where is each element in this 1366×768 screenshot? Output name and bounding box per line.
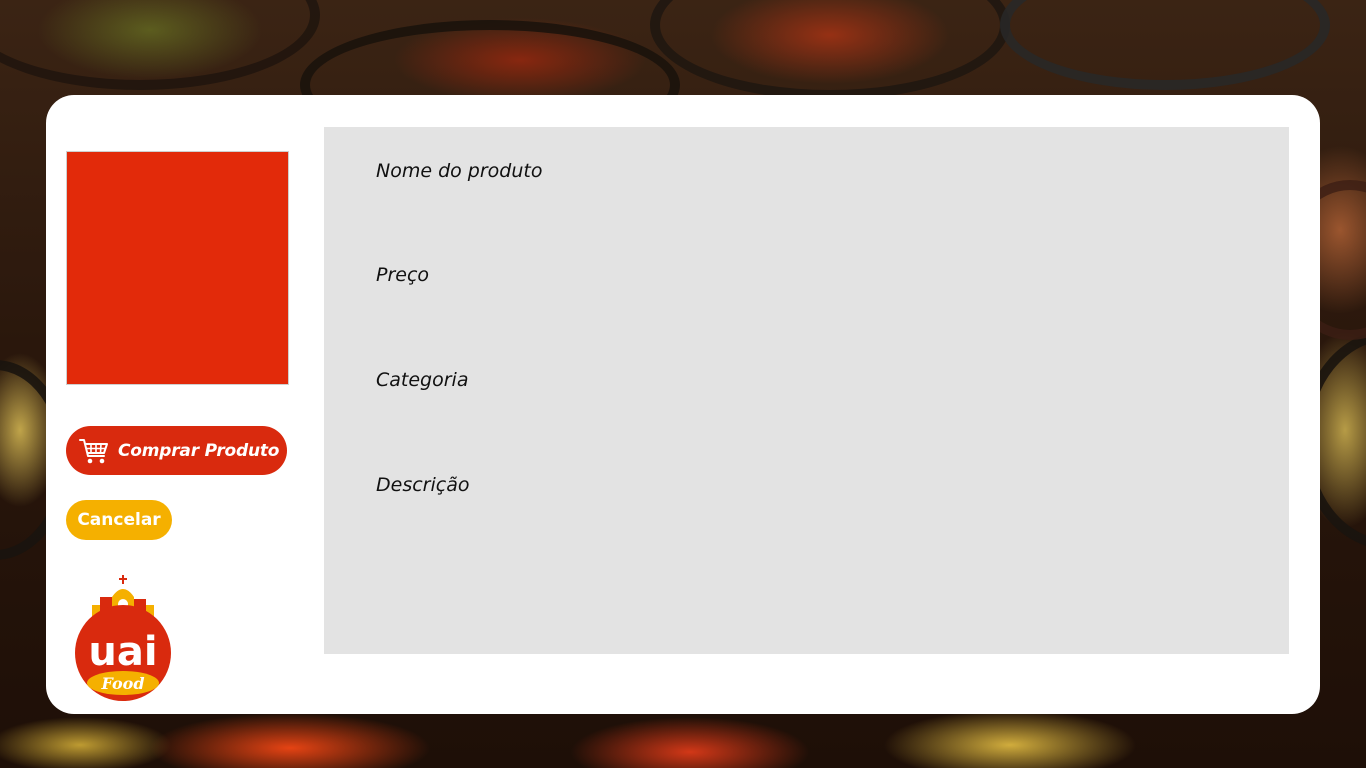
buy-product-label: Comprar Produto [118,440,280,461]
uai-food-logo: uai Food [70,575,176,701]
product-image [66,151,289,385]
product-description-label: Descrição [376,474,470,496]
product-category-label: Categoria [376,369,469,391]
buy-product-button[interactable]: Comprar Produto [66,426,287,475]
cancel-button[interactable]: Cancelar [66,500,172,540]
svg-text:uai: uai [88,629,157,675]
product-name-label: Nome do produto [376,160,543,182]
shopping-cart-icon [78,435,110,467]
product-details-panel: Nome do produto Preço Categoria Descriçã… [324,127,1289,654]
product-card: Comprar Produto Cancelar uai Food Nome d… [46,95,1320,714]
product-price-label: Preço [376,264,430,286]
svg-text:Food: Food [100,674,144,693]
